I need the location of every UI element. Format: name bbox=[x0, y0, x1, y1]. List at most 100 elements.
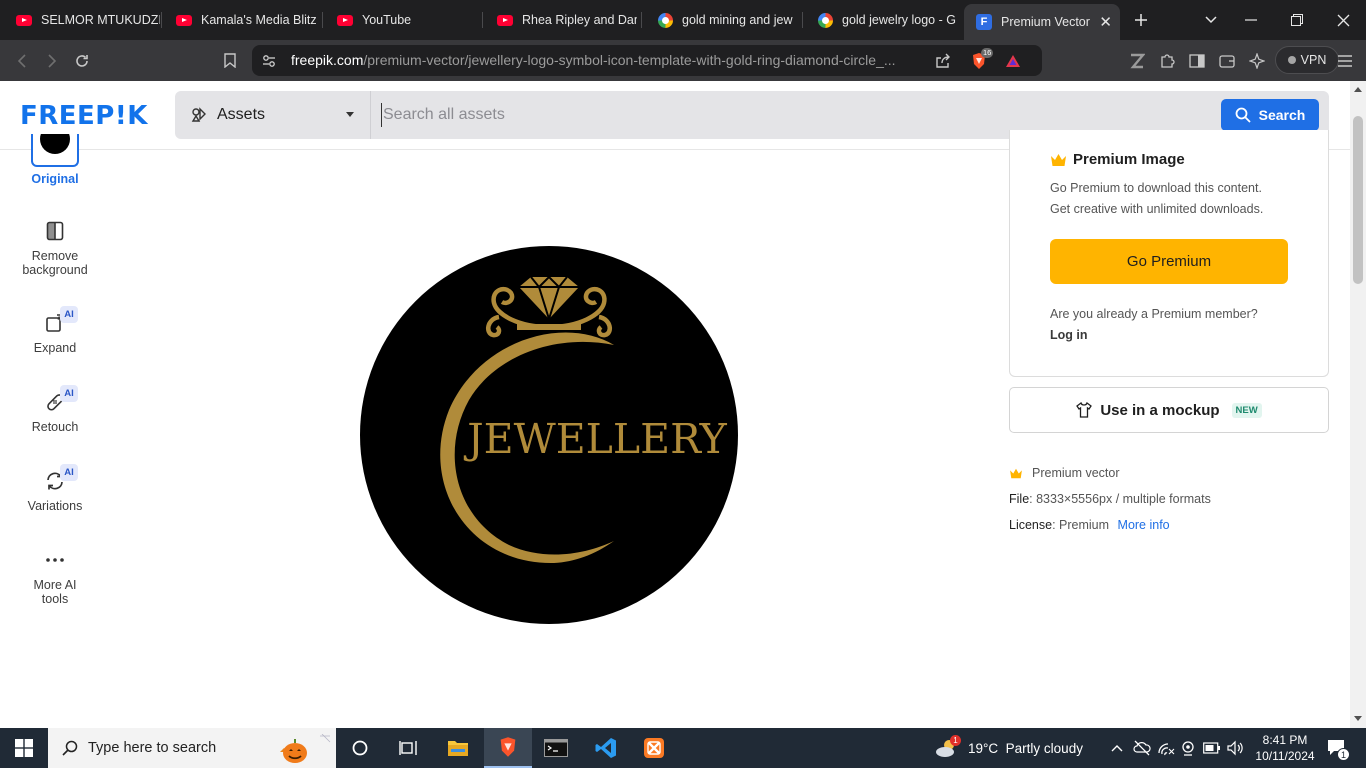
asset-filter-dropdown[interactable]: Assets bbox=[175, 91, 371, 139]
file-label: File bbox=[1009, 492, 1030, 506]
xampp-icon[interactable] bbox=[630, 728, 678, 768]
freepik-logo[interactable]: FREEP!K bbox=[20, 101, 148, 131]
extensions-puzzle-icon[interactable] bbox=[1156, 40, 1178, 81]
tab-title: gold mining and jew bbox=[682, 13, 793, 27]
new-badge: NEW bbox=[1231, 402, 1262, 418]
variations-tool[interactable]: Variations bbox=[10, 469, 100, 513]
jewellery-logo-text: JEWELLERY bbox=[463, 415, 727, 463]
file-value: : 8333×5556px / multiple formats bbox=[1029, 492, 1211, 506]
brave-rewards-icon[interactable] bbox=[1002, 45, 1024, 76]
tab-selmor[interactable]: SELMOR MTUKUDZI bbox=[4, 6, 160, 34]
google-icon bbox=[657, 12, 673, 28]
tab-title: Rhea Ripley and Dam bbox=[522, 13, 637, 27]
tab-title: Premium Vector bbox=[1001, 15, 1090, 29]
volume-icon[interactable] bbox=[1227, 728, 1245, 768]
ai-badge: AI bbox=[60, 385, 78, 402]
minimize-icon[interactable] bbox=[1228, 0, 1274, 40]
google-icon bbox=[817, 12, 833, 28]
onedrive-offline-icon[interactable] bbox=[1133, 728, 1151, 768]
search-input[interactable] bbox=[381, 103, 1201, 127]
shield-count-badge: 16 bbox=[981, 48, 994, 58]
tab-kamala[interactable]: Kamala's Media Blitz bbox=[164, 6, 320, 34]
reload-icon[interactable] bbox=[70, 40, 94, 81]
address-bar[interactable]: freepik.com/premium-vector/jewellery-log… bbox=[252, 45, 1042, 76]
brave-browser-taskbar-icon[interactable] bbox=[484, 728, 532, 768]
remove-background-tool[interactable]: Remove background bbox=[10, 219, 100, 277]
youtube-icon bbox=[176, 12, 192, 28]
tshirt-icon bbox=[1076, 402, 1093, 418]
browser-tab-strip: SELMOR MTUKUDZI Kamala's Media Blitz You… bbox=[0, 0, 1366, 40]
webcam-icon[interactable] bbox=[1181, 728, 1195, 768]
vpn-button[interactable]: VPN bbox=[1275, 46, 1339, 74]
ai-badge: AI bbox=[60, 464, 78, 481]
bandage-icon bbox=[10, 390, 100, 414]
restore-icon[interactable] bbox=[1274, 0, 1320, 40]
crown-icon bbox=[1050, 153, 1067, 167]
retouch-label: Retouch bbox=[31, 420, 79, 434]
bookmark-icon[interactable] bbox=[218, 40, 242, 81]
retouch-tool[interactable]: Retouch bbox=[10, 390, 100, 434]
taskbar-search-box[interactable]: Type here to search bbox=[48, 728, 336, 768]
variations-label: Variations bbox=[27, 499, 83, 513]
expand-tool[interactable]: Expand bbox=[10, 311, 100, 355]
notification-count-badge: 1 bbox=[1337, 748, 1350, 761]
new-tab-icon[interactable] bbox=[1118, 0, 1164, 40]
notification-center-icon[interactable]: 1 bbox=[1322, 728, 1352, 768]
url-text[interactable]: freepik.com/premium-vector/jewellery-log… bbox=[291, 45, 921, 76]
vpn-status-icon bbox=[1287, 56, 1296, 64]
extension-z-icon[interactable] bbox=[1126, 40, 1148, 81]
tab-rhea[interactable]: Rhea Ripley and Dam bbox=[485, 6, 637, 34]
weather-alert-badge: 1 bbox=[950, 735, 961, 746]
page-scrollbar[interactable] bbox=[1350, 81, 1366, 728]
asset-type: Premium vector bbox=[1032, 466, 1120, 480]
scroll-down-icon[interactable] bbox=[1354, 716, 1362, 721]
tab-gold-mining[interactable]: gold mining and jew bbox=[645, 6, 799, 34]
vscode-icon[interactable] bbox=[582, 728, 630, 768]
back-icon[interactable] bbox=[10, 40, 34, 81]
wifi-icon[interactable] bbox=[1157, 728, 1175, 768]
youtube-icon bbox=[337, 12, 353, 28]
vpn-label: VPN bbox=[1300, 53, 1327, 67]
use-in-mockup-button[interactable]: Use in a mockup NEW bbox=[1009, 387, 1329, 433]
close-window-icon[interactable] bbox=[1320, 0, 1366, 40]
jewellery-logo-preview[interactable]: JEWELLERY bbox=[359, 245, 739, 625]
brave-shield-icon[interactable]: 16 bbox=[968, 45, 994, 76]
task-view-icon[interactable] bbox=[384, 728, 432, 768]
tab-youtube[interactable]: YouTube bbox=[325, 6, 481, 34]
ai-badge: AI bbox=[60, 306, 78, 323]
forward-icon[interactable] bbox=[40, 40, 64, 81]
original-thumbnail[interactable] bbox=[31, 134, 79, 167]
chevron-up-icon[interactable] bbox=[1109, 728, 1125, 768]
scroll-up-icon[interactable] bbox=[1354, 87, 1362, 92]
tab-gold-jewelry-logo[interactable]: gold jewelry logo - G bbox=[805, 6, 957, 34]
windows-taskbar: Type here to search 1 19°C Partly cloudy bbox=[0, 728, 1366, 768]
windows-start-icon[interactable] bbox=[0, 728, 48, 768]
search-button[interactable]: Search bbox=[1221, 99, 1319, 131]
tab-title: gold jewelry logo - G bbox=[842, 13, 956, 27]
leo-ai-icon[interactable] bbox=[1246, 40, 1268, 81]
taskbar-search-placeholder: Type here to search bbox=[88, 740, 217, 756]
wallet-icon[interactable] bbox=[1216, 40, 1238, 81]
sidebar-icon[interactable] bbox=[1186, 40, 1208, 81]
site-settings-icon[interactable] bbox=[260, 45, 278, 76]
scrollbar-thumb[interactable] bbox=[1353, 116, 1363, 284]
go-premium-button[interactable]: Go Premium bbox=[1050, 239, 1288, 284]
clock[interactable]: 8:41 PM 10/11/2024 bbox=[1250, 728, 1320, 768]
login-link[interactable]: Log in bbox=[1050, 328, 1088, 342]
share-icon[interactable] bbox=[932, 45, 954, 76]
more-info-link[interactable]: More info bbox=[1118, 518, 1170, 532]
terminal-icon[interactable] bbox=[532, 728, 580, 768]
expand-icon bbox=[10, 311, 100, 335]
close-tab-icon[interactable]: ✕ bbox=[1099, 13, 1112, 31]
tab-premium-vector[interactable]: F Premium Vector ✕ bbox=[964, 4, 1120, 40]
battery-icon[interactable] bbox=[1203, 728, 1221, 768]
file-explorer-icon[interactable] bbox=[434, 728, 482, 768]
more-ai-tools[interactable]: More AI tools bbox=[10, 548, 100, 606]
cortana-icon[interactable] bbox=[336, 728, 384, 768]
halloween-pumpkin-icon bbox=[276, 734, 332, 764]
remove-background-icon bbox=[10, 219, 100, 243]
original-label[interactable]: Original bbox=[10, 172, 100, 186]
member-question: Are you already a Premium member? bbox=[1050, 307, 1258, 321]
weather-widget[interactable]: 1 19°C Partly cloudy bbox=[934, 728, 1083, 768]
menu-icon[interactable] bbox=[1334, 40, 1356, 81]
